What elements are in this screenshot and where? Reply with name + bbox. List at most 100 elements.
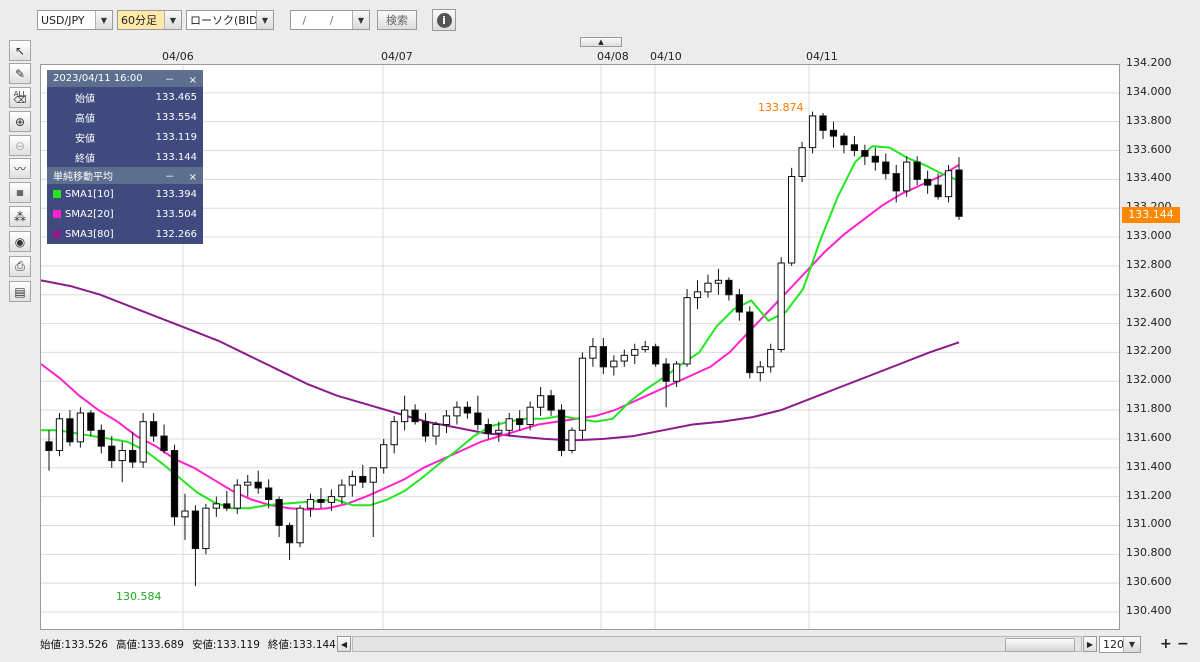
chevron-down-icon[interactable]: ▼ [352,11,369,29]
table-button[interactable]: ▤ [9,281,31,302]
candle [149,412,158,442]
candle-body [170,449,179,518]
status-bar: 始値:133.526 高値:133.689 安値:133.119 終値:133.… [40,635,344,653]
info-icon: i [436,12,452,28]
pen-tool-button[interactable]: ✎ [9,63,31,84]
info-button[interactable]: i [432,9,456,31]
candle-body [547,395,555,411]
chevron-down-icon[interactable]: ▼ [164,11,181,29]
zoom-out-button[interactable]: ⊖ [9,135,31,156]
scroll-left-button[interactable]: ◀ [337,636,351,652]
candle [359,464,367,488]
candle-body [233,484,241,509]
indicator-icon: 〰 [13,162,26,176]
date-input[interactable]: / / ▼ [290,10,370,30]
candle [536,387,545,416]
candle [202,503,210,555]
candle [254,470,262,494]
indicator-button[interactable]: 〰 [9,158,31,179]
y-tick-label: 133.000 [1126,229,1172,243]
minimize-button[interactable]: － [165,172,175,183]
candle [390,415,398,454]
candle-body [411,409,419,423]
candle-body [254,481,262,489]
candle-body [442,415,451,426]
ohlc-row: 始値 133.465 [47,87,203,107]
cursor-tool-button[interactable]: ↖ [9,40,31,61]
candle-body [934,184,942,198]
y-tick-label: 130.800 [1126,546,1172,560]
view-button[interactable]: ◉ [9,231,31,252]
ohlc-row: 安値 133.119 [47,127,203,147]
scrollbar-thumb[interactable] [1005,638,1075,652]
sma-label: SMA1[10] [65,188,114,200]
candle-body [557,409,566,451]
candle [714,268,723,295]
candle-body [714,279,723,284]
candle-body [882,161,890,175]
chevron-down-icon[interactable]: ▼ [256,11,273,29]
timeframe-select[interactable]: 60分足 ▼ [117,10,182,30]
sma1-swatch [53,189,61,198]
horizontal-scrollbar[interactable] [352,636,1082,652]
candle [788,167,796,266]
candle [652,343,660,367]
print-button[interactable]: ⎙ [9,256,31,277]
erase-all-button[interactable]: ALL ⌫ [9,87,31,108]
price-table-button[interactable]: ▦ [9,182,31,203]
chevron-down-icon[interactable]: ▼ [95,11,112,29]
zoom-out-icon: ⊖ [14,138,26,153]
candle-body [798,147,806,177]
search-button[interactable]: 検索 [377,10,417,30]
candle-body [87,412,95,431]
candle-body [808,115,817,149]
candle-body [359,475,367,483]
ohlc-label: 終値 [75,153,95,165]
y-tick-label: 131.400 [1126,459,1172,473]
candle-body [306,499,315,509]
candle-body [735,294,743,313]
candle [170,444,179,526]
candle-body [285,524,294,544]
candle [871,147,879,171]
candle-body [840,135,848,146]
chart-type-select[interactable]: ローソク(BID) ▼ [186,10,274,30]
candle-body [746,311,754,374]
candle [474,395,482,431]
candle [244,475,252,497]
view-icon: ◉ [14,234,26,249]
search-button-label: 検索 [386,14,408,27]
zoom-in-plus-icon[interactable]: + [1160,636,1172,652]
zoom-out-minus-icon[interactable]: − [1177,636,1189,652]
zoom-in-button[interactable]: ⊕ [9,111,31,132]
close-button[interactable]: × [189,75,197,86]
sma-label: SMA3[80] [65,228,114,240]
candle [306,493,315,517]
candle [223,490,231,512]
candle [369,467,377,538]
ohlc-label: 高値 [75,113,95,125]
candle-body [913,161,921,180]
zoom-select[interactable]: 120 ▼ [1099,636,1141,653]
chevron-down-icon[interactable]: ▼ [1123,637,1140,652]
candle [662,358,670,408]
candle-body [296,507,304,544]
currency-pair-select[interactable]: USD/JPY ▼ [37,10,113,30]
candle [704,274,712,298]
pattern-button[interactable]: ⁂ [9,206,31,227]
ohlc-row: 終値 133.144 [47,147,203,167]
scroll-right-button[interactable]: ▶ [1083,636,1097,652]
candle [139,412,147,468]
candle [944,164,953,203]
collapse-panel-button[interactable]: ▲ [580,37,622,47]
info-panel-header: 2023/04/11 16:00 － × [47,70,203,87]
candle [882,153,890,180]
candle-body [97,429,105,447]
candle-body [955,169,963,217]
candle-body [421,421,430,437]
candle-body [788,175,796,264]
minimize-button[interactable]: － [165,75,175,86]
close-button[interactable]: × [189,172,197,183]
ohlc-value: 133.119 [155,131,197,143]
candle-body [610,360,618,368]
